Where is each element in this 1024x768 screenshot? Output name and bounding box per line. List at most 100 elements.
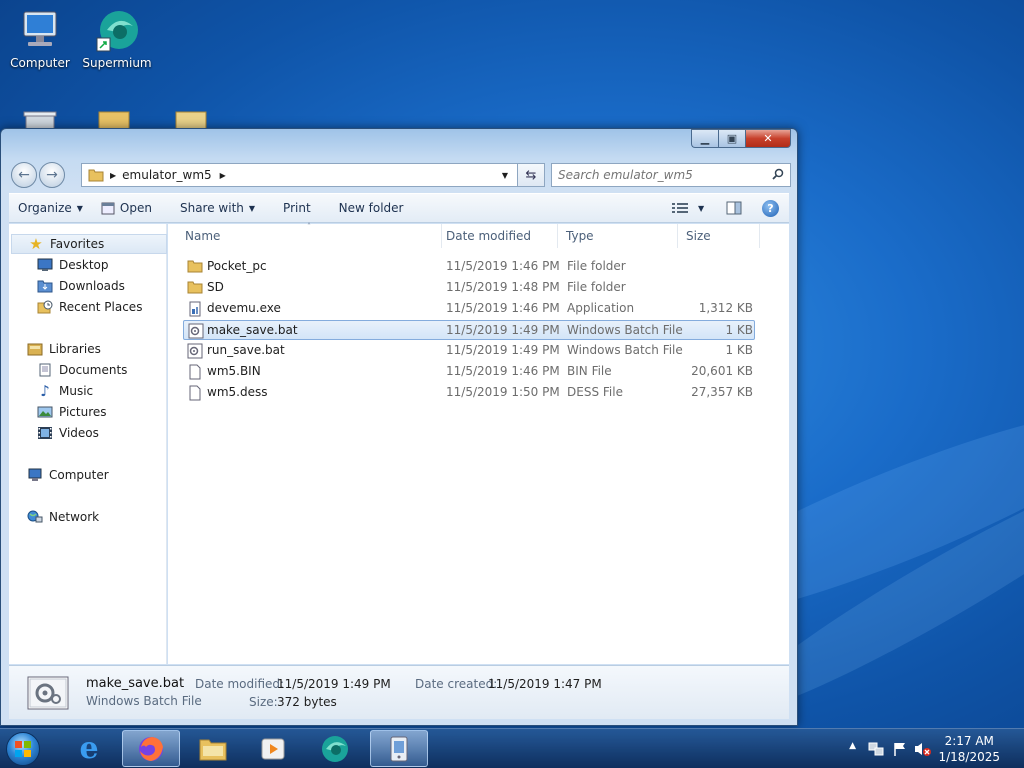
- help-icon: ?: [762, 199, 779, 217]
- batch-file-large-icon: [27, 676, 69, 710]
- back-button[interactable]: ←: [11, 162, 37, 188]
- nav-downloads[interactable]: Downloads: [37, 276, 125, 296]
- file-row-make-save[interactable]: make_save.bat 11/5/2019 1:49 PM Windows …: [183, 320, 755, 340]
- nav-videos[interactable]: Videos: [37, 423, 99, 443]
- documents-icon: [37, 362, 53, 378]
- refresh-button[interactable]: ⇆: [517, 163, 545, 187]
- column-header-date-modified[interactable]: Date modified: [438, 224, 558, 248]
- breadcrumb-segment[interactable]: emulator_wm5: [122, 168, 211, 182]
- desktop-icon-supermium[interactable]: Supermium: [79, 8, 155, 70]
- minimize-icon: ▁: [700, 132, 710, 145]
- nav-label: Computer: [49, 468, 109, 482]
- file-row-wm5-bin[interactable]: wm5.BIN 11/5/2019 1:46 PM BIN File 20,60…: [183, 362, 755, 382]
- address-dropdown-icon[interactable]: ▼: [502, 171, 508, 180]
- file-type: Windows Batch File: [567, 323, 683, 337]
- folder-icon[interactable]: [172, 110, 212, 131]
- computer-icon: [16, 8, 64, 54]
- breadcrumb-chevron-icon[interactable]: ▶: [110, 171, 116, 180]
- volume-muted-icon[interactable]: [914, 741, 932, 757]
- organize-label: Organize: [18, 201, 72, 215]
- new-folder-button[interactable]: New folder: [330, 196, 413, 220]
- nav-label: Desktop: [59, 258, 109, 272]
- taskbar-supermium[interactable]: [306, 730, 364, 767]
- nav-label: Documents: [59, 363, 128, 377]
- minimize-button[interactable]: ▁: [691, 129, 718, 148]
- recycle-bin-icon[interactable]: [20, 110, 60, 131]
- column-header-size[interactable]: Size: [678, 224, 760, 248]
- nav-documents[interactable]: Documents: [37, 360, 127, 380]
- taskbar-media-player[interactable]: [244, 730, 302, 767]
- firefox-icon: [137, 735, 165, 763]
- file-name: wm5.BIN: [207, 364, 261, 378]
- nav-label: Favorites: [50, 237, 105, 251]
- details-date-created-value: 11/5/2019 1:47 PM: [488, 677, 602, 691]
- nav-libraries[interactable]: Libraries: [27, 339, 101, 359]
- nav-label: Music: [59, 384, 94, 398]
- preview-pane-button[interactable]: [717, 196, 751, 220]
- column-header-type[interactable]: Type: [558, 224, 678, 248]
- nav-favorites[interactable]: ★ Favorites: [11, 234, 167, 254]
- open-label: Open: [119, 201, 152, 215]
- application-icon: [187, 301, 203, 317]
- file-name: make_save.bat: [207, 323, 298, 337]
- search-box[interactable]: [551, 163, 791, 187]
- change-view-button[interactable]: ▼: [663, 196, 713, 220]
- help-button[interactable]: ?: [753, 196, 788, 220]
- show-hidden-icons-icon[interactable]: ▲: [849, 741, 856, 751]
- print-button[interactable]: Print: [274, 196, 320, 220]
- start-button[interactable]: [6, 732, 40, 766]
- file-row-run-save[interactable]: run_save.bat 11/5/2019 1:49 PM Windows B…: [183, 341, 755, 361]
- nav-computer[interactable]: Computer: [27, 465, 109, 485]
- file-name: Pocket_pc: [207, 259, 267, 273]
- maximize-button[interactable]: ▣: [718, 129, 745, 148]
- nav-label: Libraries: [49, 342, 101, 356]
- downloads-folder-icon: [37, 278, 53, 294]
- close-icon: ✕: [763, 132, 773, 145]
- file-size: 27,357 KB: [691, 385, 753, 399]
- file-explorer-icon: [198, 736, 228, 762]
- organize-button[interactable]: Organize ▼: [9, 196, 92, 220]
- file-date: 11/5/2019 1:46 PM: [446, 301, 560, 315]
- folder-icon[interactable]: [95, 110, 135, 131]
- nav-recent-places[interactable]: Recent Places: [37, 297, 142, 317]
- desktop-icon-computer[interactable]: Computer: [2, 8, 78, 70]
- nav-pictures[interactable]: Pictures: [37, 402, 107, 422]
- file-row-wm5-dess[interactable]: wm5.dess 11/5/2019 1:50 PM DESS File 27,…: [183, 383, 755, 403]
- taskbar-explorer[interactable]: [184, 730, 242, 767]
- close-button[interactable]: ✕: [745, 129, 791, 148]
- forward-button[interactable]: →: [39, 162, 65, 188]
- nav-desktop[interactable]: Desktop: [37, 255, 109, 275]
- window-controls: ▁ ▣ ✕: [691, 129, 791, 148]
- nav-network[interactable]: Network: [27, 507, 99, 527]
- share-with-button[interactable]: Share with ▼: [171, 196, 264, 220]
- taskbar-clock[interactable]: 2:17 AM 1/18/2025: [938, 733, 1000, 765]
- address-box[interactable]: ▶ emulator_wm5 ▶ ▼: [81, 163, 545, 187]
- media-player-icon: [259, 735, 287, 763]
- file-date: 11/5/2019 1:48 PM: [446, 280, 560, 294]
- recent-places-icon: [37, 299, 53, 315]
- action-center-flag-icon[interactable]: [892, 741, 908, 757]
- search-icon[interactable]: [772, 168, 784, 183]
- file-row-pocket-pc[interactable]: Pocket_pc 11/5/2019 1:46 PM File folder: [183, 257, 755, 277]
- navigation-pane: ★ Favorites Desktop Downloads Recent Pla…: [9, 224, 167, 664]
- star-icon: ★: [29, 235, 43, 253]
- preview-pane-icon: [726, 201, 742, 215]
- details-size-value: 372 bytes: [277, 695, 337, 709]
- nav-music[interactable]: ♪ Music: [37, 381, 93, 401]
- computer-icon: [27, 467, 43, 483]
- taskbar-internet-explorer[interactable]: e: [60, 730, 118, 767]
- file-row-sd[interactable]: SD 11/5/2019 1:48 PM File folder: [183, 278, 755, 298]
- taskbar-firefox[interactable]: [122, 730, 180, 767]
- taskbar-emulator[interactable]: [370, 730, 428, 767]
- search-input[interactable]: [558, 168, 758, 182]
- file-size: 1,312 KB: [698, 301, 753, 315]
- open-button[interactable]: Open: [92, 196, 161, 220]
- desktop-icon: [37, 257, 53, 273]
- breadcrumb-chevron-icon[interactable]: ▶: [220, 171, 226, 180]
- network-tray-icon[interactable]: [868, 741, 884, 757]
- file-row-devemu[interactable]: devemu.exe 11/5/2019 1:46 PM Application…: [183, 299, 755, 319]
- column-header-name[interactable]: Name ˄: [177, 222, 442, 248]
- explorer-window: ▁ ▣ ✕ ← → ▶ emulator_wm5 ▶ ▼ ⇆ Organize ▼: [0, 128, 798, 726]
- new-folder-label: New folder: [338, 201, 404, 215]
- file-date: 11/5/2019 1:46 PM: [446, 259, 560, 273]
